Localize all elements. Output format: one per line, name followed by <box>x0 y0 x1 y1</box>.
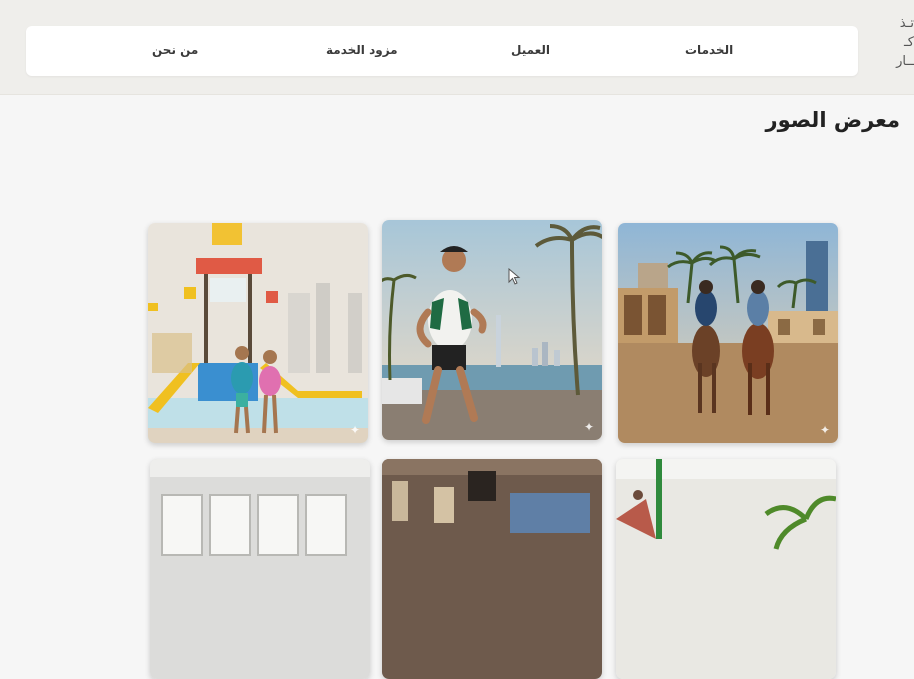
gallery-photo-restaurant[interactable] <box>382 459 602 679</box>
gallery-photo-hall[interactable] <box>150 459 370 679</box>
nav-services-link[interactable]: الخدمات <box>685 43 733 57</box>
page-title: معرض الصور <box>765 108 900 132</box>
sparkle-icon: ✦ <box>583 420 594 434</box>
gallery-photo-atrium[interactable] <box>616 459 836 679</box>
brand-logo[interactable]: تـذ كـ ــار <box>880 14 914 71</box>
gallery-photo-waterpark[interactable]: ✦ <box>148 223 368 443</box>
gallery-photo-riders[interactable]: ✦ <box>618 223 838 443</box>
mouse-cursor-icon <box>508 268 521 285</box>
sparkle-icon: ✦ <box>349 423 360 437</box>
sparkle-icon: ✦ <box>819 423 830 437</box>
nav-about-link[interactable]: من نحن <box>152 43 198 57</box>
nav-provider-link[interactable]: مزود الخدمة <box>326 43 398 57</box>
nav-bar: الخدمات العميل مزود الخدمة من نحن <box>26 26 858 76</box>
nav-client-link[interactable]: العميل <box>511 43 550 57</box>
gallery-photo-runner[interactable]: ✦ <box>382 220 602 440</box>
top-header: الخدمات العميل مزود الخدمة من نحن تـذ كـ… <box>0 0 914 95</box>
